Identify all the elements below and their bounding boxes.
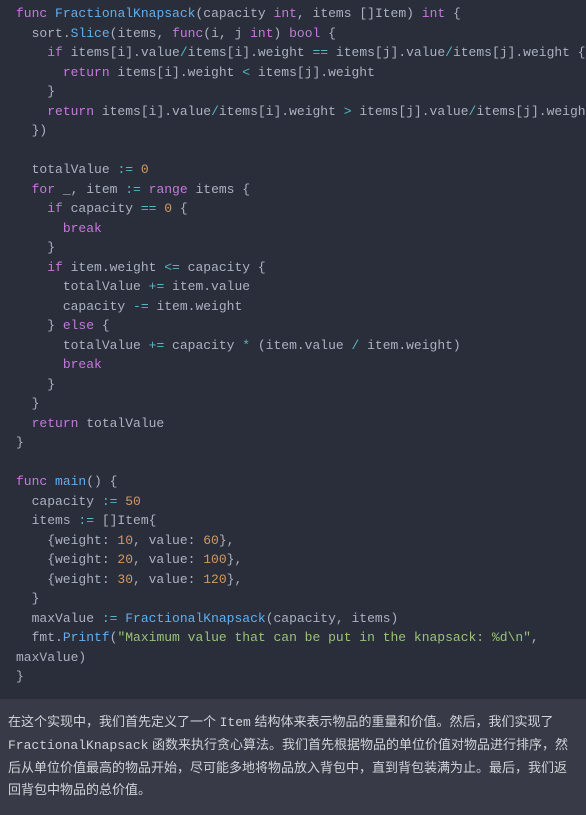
desc-text: 结构体来表示物品的重量和价值。然后，我们实现了 xyxy=(251,714,554,729)
keyword-func: func xyxy=(16,6,47,21)
desc-text: 在这个实现中，我们首先定义了一个 xyxy=(8,714,220,729)
inline-code-fn: FractionalKnapsack xyxy=(8,738,148,753)
code-block: func FractionalKnapsack(capacity int, it… xyxy=(0,0,586,699)
description-paragraph: 在这个实现中，我们首先定义了一个 Item 结构体来表示物品的重量和价值。然后，… xyxy=(0,699,586,815)
function-name: FractionalKnapsack xyxy=(55,6,195,21)
inline-code-item: Item xyxy=(220,715,251,730)
